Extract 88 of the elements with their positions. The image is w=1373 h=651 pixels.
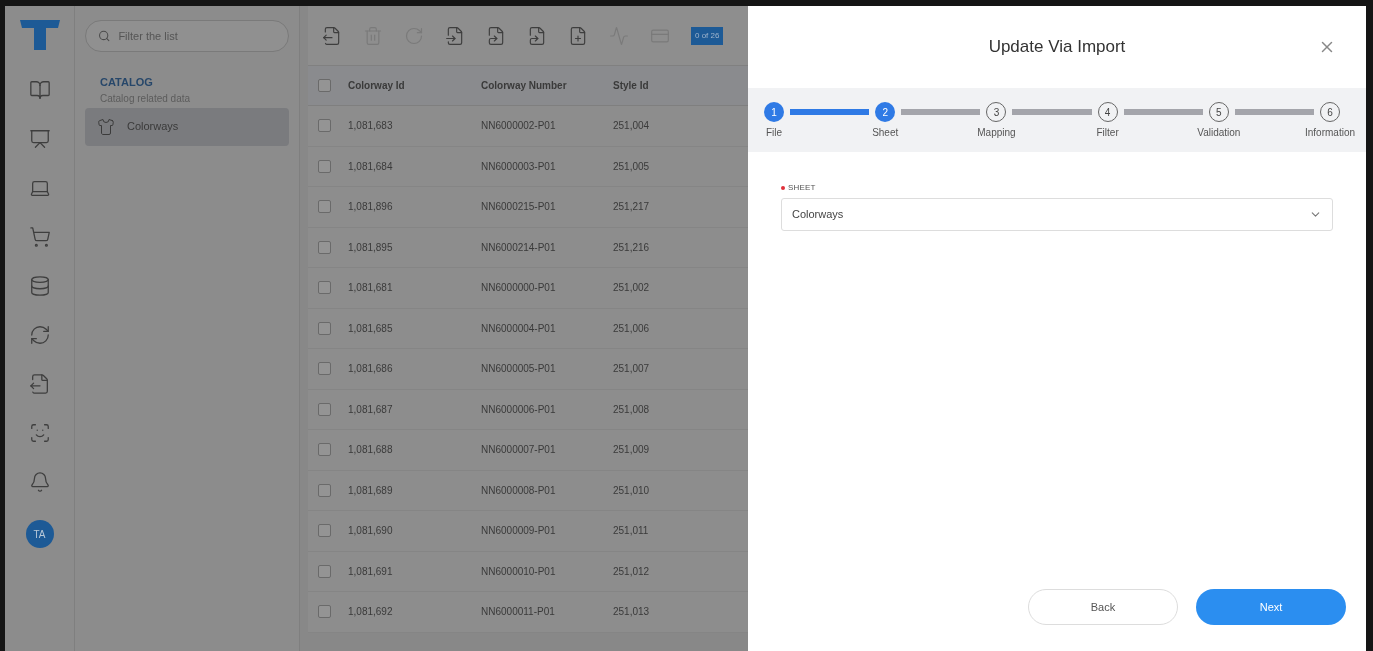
table-cell-text: NN6000002-P01 [481,119,557,134]
file-export-icon[interactable] [322,25,342,46]
table-cell-text: 1,081,683 [348,119,394,134]
column-header[interactable]: Style Id [613,78,713,93]
table-cell-text: 1,081,691 [348,564,394,579]
checkbox[interactable] [318,79,331,92]
file-arrow-icon[interactable] [527,25,547,46]
table-cell-text: 1,081,692 [348,605,394,620]
table-cell-text: 251,217 [613,200,651,215]
step-label: Sheet [872,126,899,140]
refresh-icon[interactable] [28,324,51,346]
checkbox[interactable] [318,281,331,295]
table-cell-text: 1,081,685 [348,321,394,336]
table-cell-text: NN6000214-P01 [481,240,557,255]
table-cell-text: 1,081,895 [348,240,394,255]
table-cell-text: 251,009 [613,443,651,458]
section-title: CATALOG [100,75,154,90]
table-cell-text: NN6000004-P01 [481,321,557,336]
user-avatar[interactable]: TA [25,520,54,548]
table-cell-text: 251,008 [613,402,651,417]
presentation-icon[interactable] [28,128,51,150]
file-plus-icon[interactable] [568,25,588,46]
checkbox[interactable] [318,119,331,133]
sheet-select[interactable]: Colorways [781,198,1333,231]
checkbox[interactable] [318,321,331,335]
database-icon[interactable] [28,275,51,297]
table-cell-text: 1,081,688 [348,443,394,458]
checkbox[interactable] [318,362,331,376]
file-arrow-icon[interactable] [486,25,506,46]
table-cell-text: 1,081,689 [348,483,394,498]
table-cell-text: NN6000006-P01 [481,402,557,417]
search-input[interactable]: Filter the list [118,27,276,45]
checkbox[interactable] [318,402,331,416]
step-label: Information [1305,126,1356,140]
file-export-icon[interactable] [28,373,51,395]
table-cell-text: NN6000000-P01 [481,281,557,296]
checkbox[interactable] [318,159,331,173]
table-cell-text: 1,081,896 [348,200,394,215]
search-icon [98,29,111,43]
table-cell-text: NN6000215-P01 [481,200,557,215]
table-cell-text: 1,081,690 [348,524,394,539]
list-item[interactable]: Colorways [85,107,289,146]
table-cell-text: 251,012 [613,564,651,579]
checkbox[interactable] [318,564,331,578]
table-cell-text: NN6000007-P01 [481,443,557,458]
checkbox[interactable] [318,483,331,497]
next-button[interactable]: Next [1196,589,1346,625]
table-cell-text: NN6000008-P01 [481,483,557,498]
checkbox[interactable] [318,200,331,214]
table-cell-text: NN6000005-P01 [481,362,557,377]
back-button[interactable]: Back [1028,589,1178,625]
cart-icon[interactable] [28,226,51,248]
table-cell-text: 251,013 [613,605,651,620]
column-header[interactable]: Colorway Number [481,78,596,93]
table-cell-text: 251,011 [613,524,650,539]
book-icon[interactable] [28,79,51,101]
field-label: SHEET [788,182,816,194]
table-cell-text: 251,007 [613,362,651,377]
table-cell-text: 251,010 [613,483,651,498]
dialog-title: Update Via Import [988,36,1126,59]
column-header[interactable]: Colorway Id [348,78,463,93]
checkbox[interactable] [318,605,331,619]
checkbox[interactable] [318,240,331,254]
step-label: Validation [1197,126,1241,140]
bell-icon[interactable] [28,471,51,493]
search-field[interactable]: Filter the list [85,20,289,52]
table-cell-text: NN6000010-P01 [481,564,557,579]
table-cell-text: 251,005 [613,159,651,174]
table-cell-text: 251,006 [613,321,651,336]
table-cell-text: NN6000011-P01 [481,605,556,620]
table-cell-text: 1,081,684 [348,159,394,174]
shirt-icon [97,117,115,136]
count-badge: 0 of 26 [691,26,724,45]
table-cell-text: 1,081,681 [348,281,394,296]
table-cell-text: 251,216 [613,240,651,255]
table-cell-text: NN6000003-P01 [481,159,557,174]
table-cell-text: 251,002 [613,281,651,296]
table-cell-text: NN6000009-P01 [481,524,557,539]
file-import-icon[interactable] [445,25,465,46]
table-cell-text: 251,004 [613,119,651,134]
table-cell-text: 1,081,687 [348,402,394,417]
step-label: Mapping [977,126,1016,140]
step-label: Filter [1096,126,1119,140]
table-cell-text: 1,081,686 [348,362,394,377]
checkbox[interactable] [318,443,331,457]
checkbox[interactable] [318,524,331,538]
step-label: File [765,126,783,140]
face-scan-icon[interactable] [28,422,51,444]
